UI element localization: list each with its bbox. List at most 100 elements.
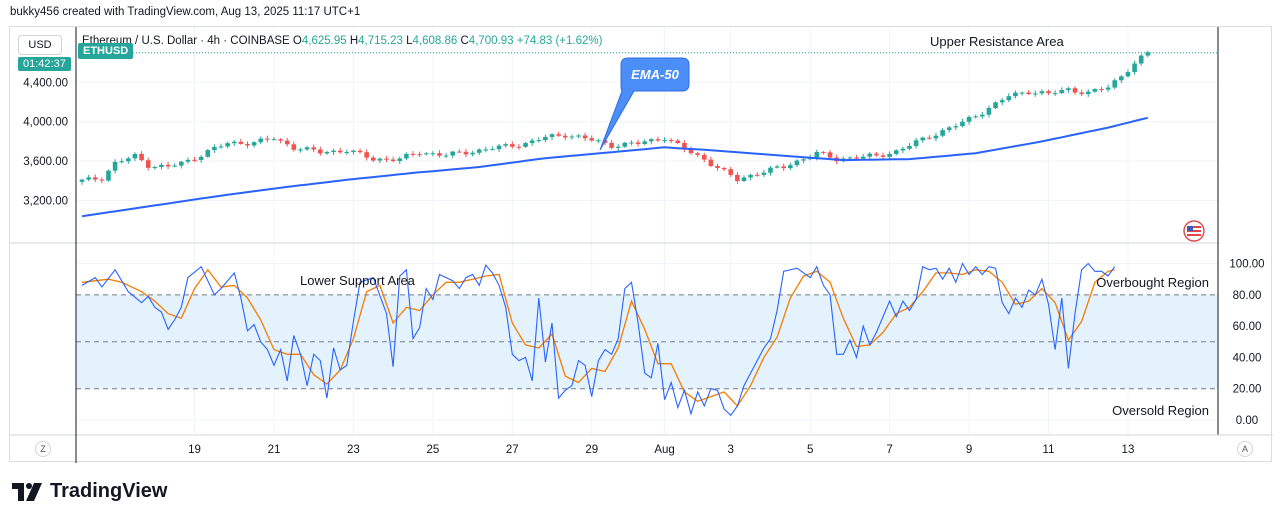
candle-body: [913, 140, 919, 146]
candle-body: [245, 143, 250, 146]
legend-high: 4,715.23: [358, 35, 403, 47]
candle-body: [556, 134, 561, 136]
candle-body: [642, 141, 647, 144]
candle-body: [701, 154, 707, 160]
candle-body: [483, 149, 489, 151]
candle-body: [397, 158, 403, 162]
candle-body: [655, 139, 661, 141]
candle-body: [476, 149, 482, 153]
price-axis[interactable]: 4,400.00 4,000.00 3,600.00 3,200.00: [23, 77, 68, 207]
candle-body: [344, 152, 350, 154]
candle-body: [1059, 89, 1065, 94]
candle-body: [351, 150, 356, 153]
us-flag-icon[interactable]: [1183, 220, 1205, 242]
time-tick-label: 23: [347, 444, 360, 456]
annotation-lower-support: Lower Support Area: [300, 273, 416, 288]
candle-body: [1085, 91, 1091, 95]
candle-body: [1019, 92, 1025, 94]
candle-body: [735, 174, 740, 182]
candle-body: [258, 138, 264, 143]
candle-body: [854, 157, 859, 159]
candle-body: [662, 140, 667, 142]
candle-body: [582, 135, 588, 139]
candle-body: [271, 139, 277, 141]
annotation-overbought: Overbought Region: [1096, 275, 1209, 290]
candle-body: [437, 153, 442, 156]
candle-body: [86, 177, 91, 180]
candle-body: [1105, 87, 1111, 90]
candle-body: [536, 140, 542, 142]
candle-body: [510, 144, 515, 147]
candle-body: [953, 126, 959, 128]
candle-body: [443, 155, 449, 157]
bar-countdown: 01:42:37: [18, 57, 71, 71]
auto-scale-button[interactable]: A: [1237, 441, 1253, 457]
candle-body: [622, 142, 628, 147]
time-axis[interactable]: 19 21 23 25 27 29 Aug 3 5 7 9 11 13: [188, 444, 1134, 456]
tradingview-logo[interactable]: TradingView: [12, 480, 167, 503]
time-tick-label: 19: [188, 444, 201, 456]
candle-body: [728, 169, 734, 175]
symbol-legend: Ethereum / U.S. Dollar · 4h · COINBASE O…: [82, 35, 602, 47]
candle-body: [79, 179, 85, 182]
symbol-badge[interactable]: ETHUSD: [78, 43, 134, 59]
time-tick-label: 13: [1122, 444, 1135, 456]
candle-body: [377, 158, 383, 161]
candle-body: [172, 165, 177, 167]
zoom-left-button[interactable]: Z: [35, 441, 51, 457]
stoch-tick-label: 80.00: [1233, 290, 1262, 302]
candle-body: [423, 153, 429, 155]
legend-close-label: C: [460, 35, 469, 47]
legend-open-label: O: [292, 35, 302, 47]
candle-body: [516, 146, 522, 148]
candle-body: [940, 130, 945, 136]
candle-body: [549, 134, 555, 137]
candle-body: [364, 152, 369, 158]
candle-body: [1006, 96, 1012, 101]
candle-body: [609, 142, 614, 148]
candle-body: [966, 116, 972, 122]
candle-body: [576, 135, 581, 137]
candle-body: [112, 161, 118, 171]
stoch-tick-label: 100.00: [1229, 259, 1264, 271]
candle-body: [337, 150, 343, 153]
chart-canvas[interactable]: Upper Resistance Area EMA-50 Lower Suppo…: [10, 27, 1273, 463]
candle-body: [907, 145, 912, 149]
price-tick-label: 3,600.00: [23, 156, 68, 168]
candle-body: [788, 165, 793, 169]
time-tick-label: 11: [1043, 444, 1055, 456]
stoch-tick-label: 20.00: [1233, 384, 1262, 396]
candle-body: [893, 150, 899, 154]
price-tick-label: 4,000.00: [23, 117, 68, 129]
candle-body: [887, 153, 892, 157]
candle-body: [311, 147, 316, 150]
legend-high-label: H: [349, 35, 359, 47]
candle-body: [814, 151, 820, 158]
candle-body: [463, 151, 469, 155]
time-tick-label: 5: [807, 444, 813, 456]
candle-body: [450, 151, 456, 156]
candle-body: [470, 152, 475, 155]
candle-body: [1099, 89, 1104, 91]
candle-body: [761, 172, 767, 175]
candle-body: [370, 157, 376, 161]
candle-body: [860, 156, 866, 159]
candle-body: [231, 141, 237, 144]
candle-body: [748, 174, 753, 178]
logo-text: TradingView: [50, 480, 168, 502]
stoch-axis[interactable]: 100.00 80.00 60.00 40.00 20.00 0.00: [1229, 259, 1264, 428]
time-tick-label: 27: [506, 444, 519, 456]
candle-body: [331, 150, 336, 152]
candle-body: [927, 137, 932, 139]
price-tick-label: 4,400.00: [23, 77, 68, 89]
candle-body: [291, 144, 297, 150]
legend-close: 4,700.93: [468, 35, 514, 47]
chart-frame[interactable]: Upper Resistance Area EMA-50 Lower Suppo…: [9, 26, 1273, 463]
candle-body: [430, 153, 436, 155]
time-tick-label: 9: [966, 444, 972, 456]
stoch-tick-label: 0.00: [1236, 415, 1258, 427]
candle-body: [384, 158, 389, 160]
candle-body: [781, 166, 787, 169]
currency-button[interactable]: USD: [18, 35, 62, 55]
candle-body: [490, 149, 495, 151]
